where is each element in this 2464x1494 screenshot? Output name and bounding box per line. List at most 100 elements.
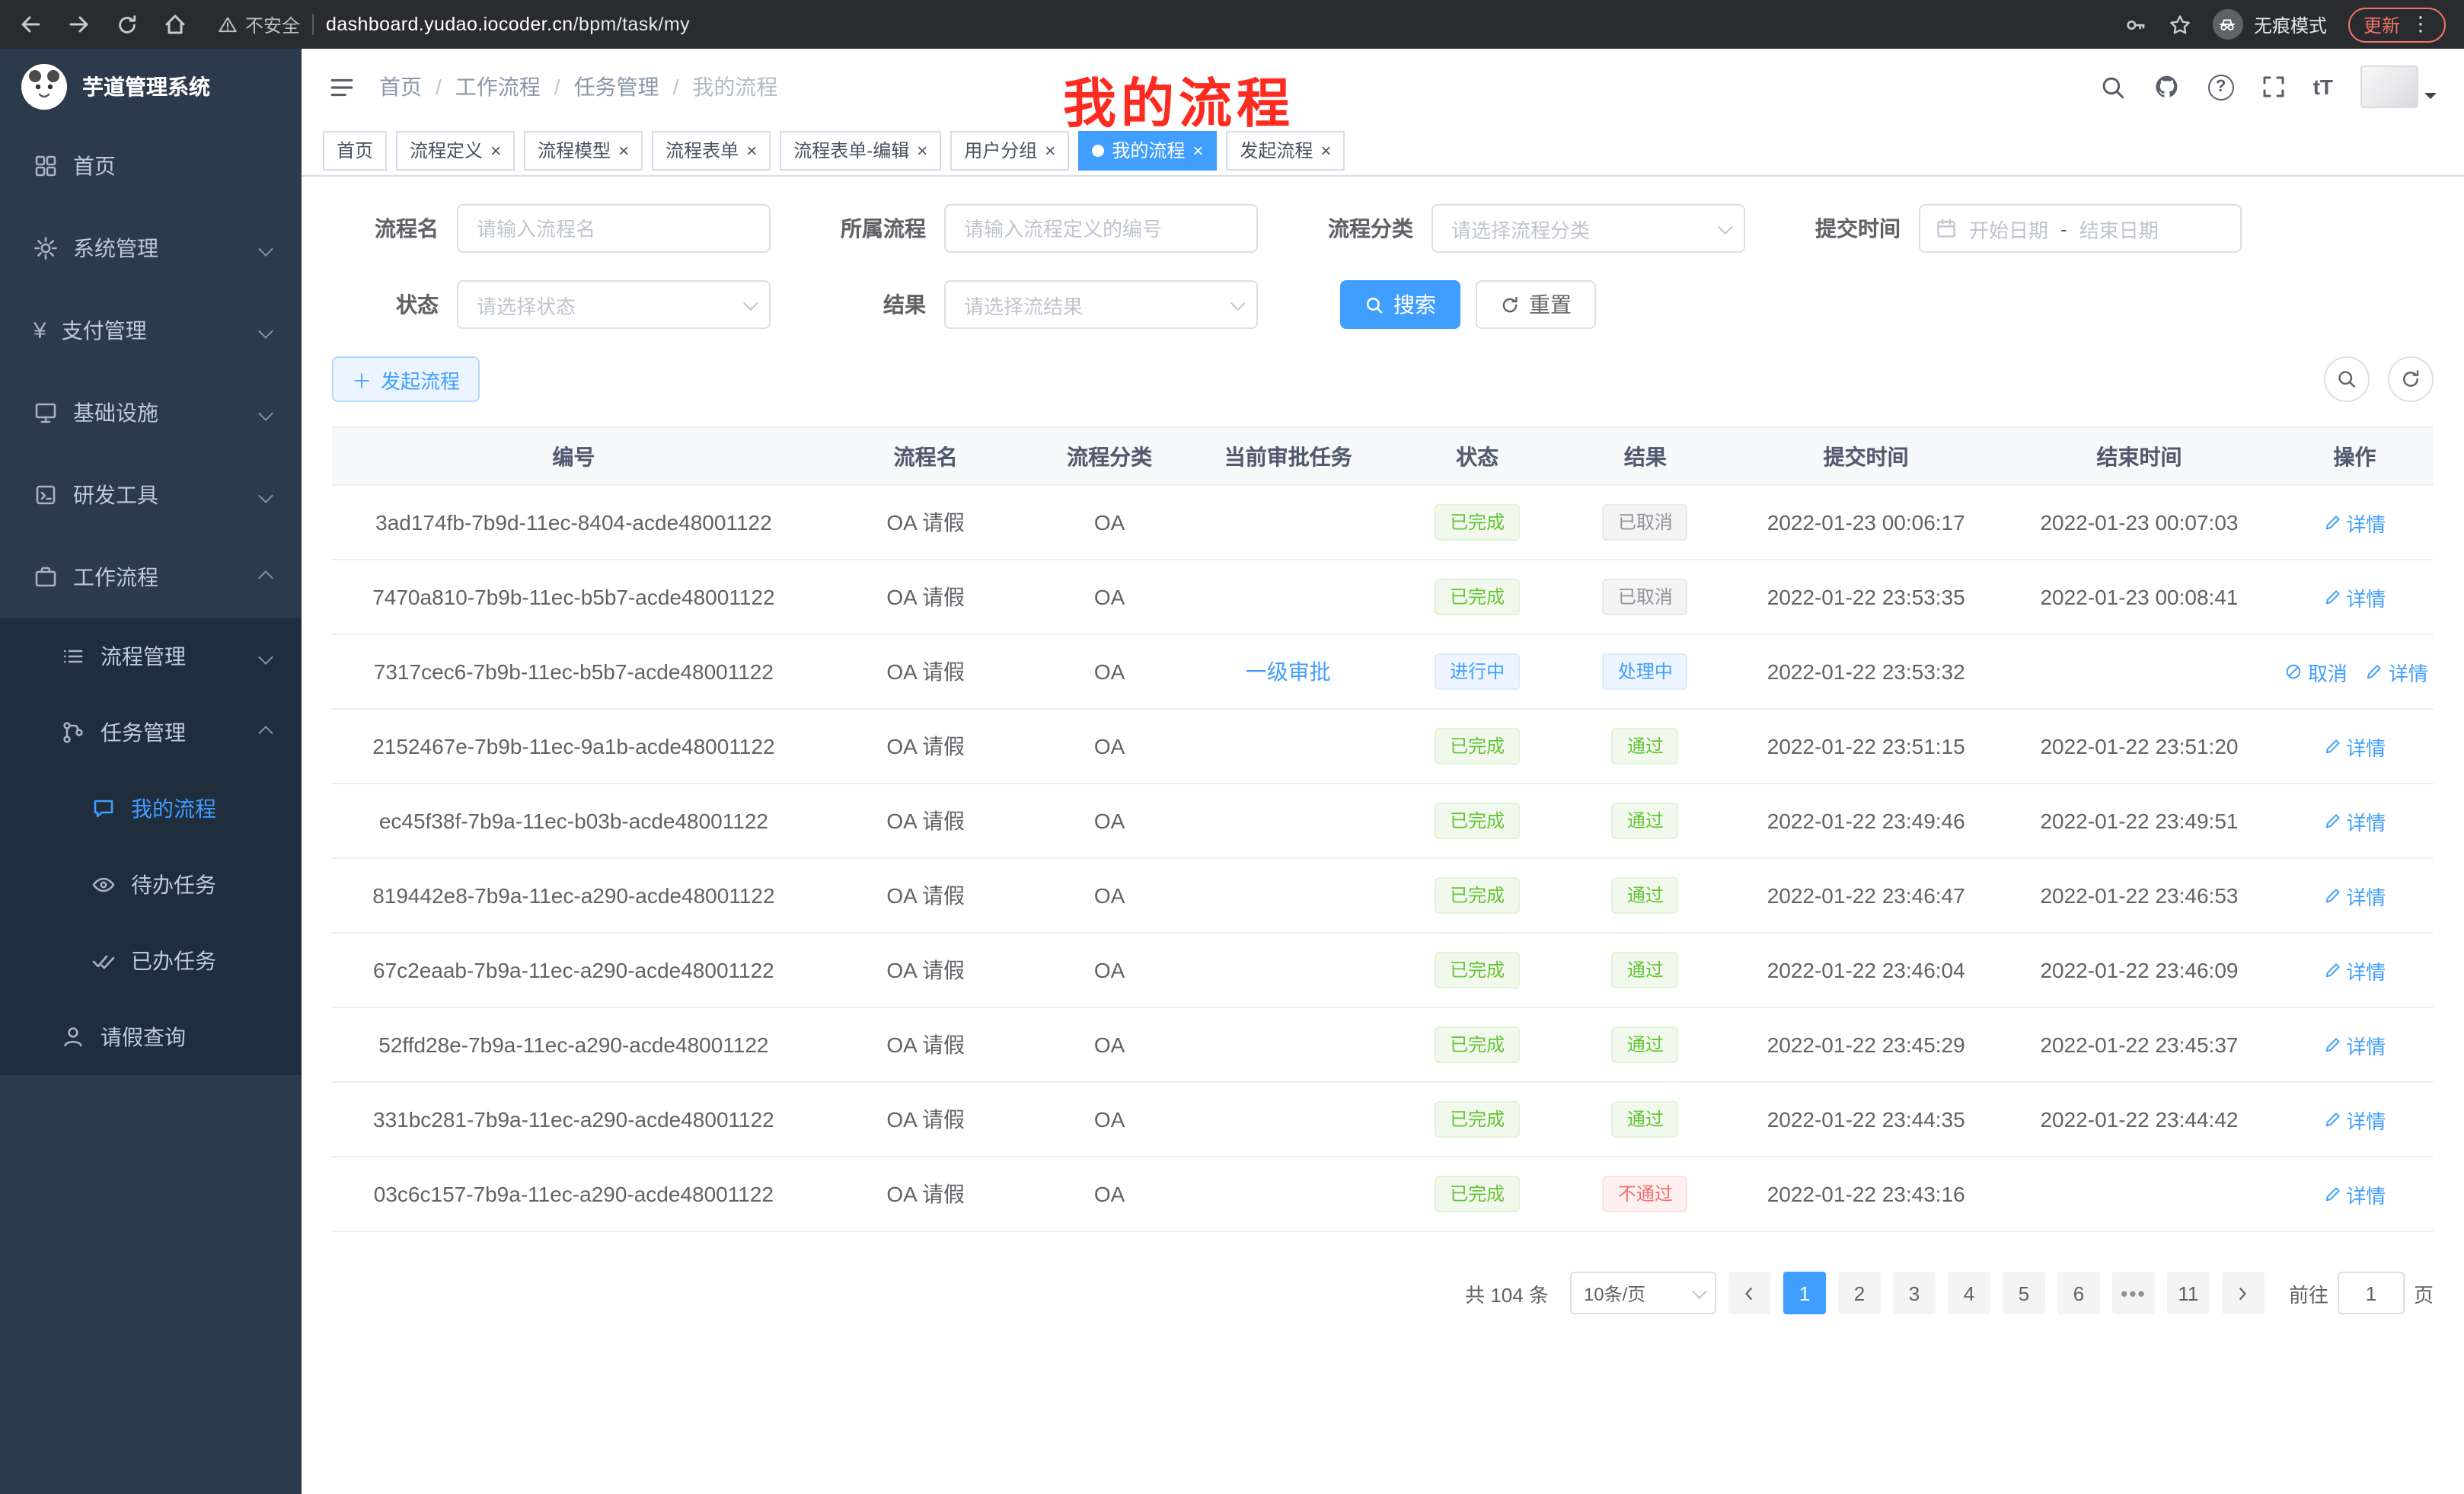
show-search-toggle-button[interactable]: [2324, 356, 2370, 402]
close-icon[interactable]: ×: [490, 141, 501, 159]
category-select[interactable]: 请选择流程分类: [1431, 204, 1745, 253]
sidebar-item-todo-tasks[interactable]: 待办任务: [0, 847, 302, 923]
sidebar-item-task-mgmt[interactable]: 任务管理: [0, 694, 302, 771]
detail-link[interactable]: 详情: [2323, 732, 2386, 761]
sidebar-item-home[interactable]: 首页: [0, 125, 302, 207]
cancel-link[interactable]: 取消: [2285, 657, 2348, 686]
browser-home-icon[interactable]: [163, 12, 187, 37]
detail-link[interactable]: 详情: [2323, 583, 2386, 611]
bookmark-star-icon[interactable]: [2169, 13, 2191, 36]
app-logo[interactable]: 芋道管理系统: [0, 49, 302, 125]
tab-流程表单-编辑[interactable]: 流程表单-编辑×: [780, 130, 941, 170]
sidebar-item-my-process[interactable]: 我的流程: [0, 771, 302, 847]
total-count: 共 104 条: [1465, 1279, 1549, 1307]
tab-流程表单[interactable]: 流程表单×: [652, 130, 771, 170]
close-icon[interactable]: ×: [1045, 141, 1055, 159]
page-button-2[interactable]: 2: [1838, 1272, 1881, 1314]
browser-menu-icon[interactable]: ⋮: [2411, 12, 2430, 37]
collapse-sidebar-icon[interactable]: [329, 74, 355, 100]
more-pages-button[interactable]: •••: [2112, 1272, 2155, 1314]
detail-link[interactable]: 详情: [2323, 1180, 2386, 1208]
chevron-up-icon: [258, 725, 273, 740]
user-avatar[interactable]: [2360, 65, 2437, 108]
page-button-1[interactable]: 1: [1783, 1272, 1826, 1314]
github-icon[interactable]: [2153, 73, 2181, 101]
row-submit-time: 2022-01-22 23:51:15: [1729, 709, 2003, 784]
close-icon[interactable]: ×: [917, 141, 927, 159]
tab-流程定义[interactable]: 流程定义×: [396, 130, 515, 170]
tab-首页[interactable]: 首页: [323, 130, 387, 170]
sidebar-item-workflow[interactable]: 工作流程: [0, 536, 302, 618]
page-button-6[interactable]: 6: [2057, 1272, 2100, 1314]
sidebar-item-label: 首页: [73, 151, 116, 181]
result-tag: 通过: [1612, 952, 1679, 988]
row-category: OA: [1036, 784, 1183, 858]
sidebar-item-infra[interactable]: 基础设施: [0, 372, 302, 454]
goto-page-input[interactable]: [2338, 1272, 2405, 1314]
browser-forward-icon[interactable]: [67, 12, 91, 37]
sidebar-item-payment[interactable]: ¥支付管理: [0, 289, 302, 372]
tab-我的流程[interactable]: 我的流程×: [1078, 130, 1217, 170]
browser-back-icon[interactable]: [18, 12, 43, 37]
row-category: OA: [1036, 1007, 1183, 1082]
page-button-3[interactable]: 3: [1893, 1272, 1936, 1314]
close-icon[interactable]: ×: [618, 141, 629, 159]
devtools-icon: [34, 483, 58, 507]
sidebar-item-process-mgmt[interactable]: 流程管理: [0, 618, 302, 694]
detail-link[interactable]: 详情: [2323, 881, 2386, 910]
reset-button[interactable]: 重置: [1476, 280, 1596, 329]
detail-link[interactable]: 详情: [2323, 806, 2386, 835]
prev-page-button[interactable]: [1728, 1272, 1771, 1314]
close-icon[interactable]: ×: [1320, 141, 1331, 159]
tab-流程模型[interactable]: 流程模型×: [524, 130, 643, 170]
sidebar-item-done-tasks[interactable]: 已办任务: [0, 923, 302, 999]
row-current-task: [1183, 1157, 1393, 1231]
detail-link[interactable]: 详情: [2323, 956, 2386, 985]
create-process-button[interactable]: ＋ 发起流程: [332, 356, 480, 402]
fullscreen-icon[interactable]: [2261, 75, 2286, 99]
help-icon[interactable]: ?: [2208, 74, 2234, 100]
row-actions: 详情: [2276, 560, 2434, 634]
table-row: 52ffd28e-7b9a-11ec-a290-acde48001122OA 请…: [332, 1007, 2434, 1082]
breadcrumb-item[interactable]: 工作流程: [455, 72, 541, 102]
page-size-select[interactable]: 10条/页: [1570, 1272, 1716, 1314]
search-icon[interactable]: [2100, 74, 2126, 100]
sidebar-item-devtools[interactable]: 研发工具: [0, 454, 302, 536]
next-page-button[interactable]: [2222, 1272, 2265, 1314]
sidebar-item-system[interactable]: 系统管理: [0, 207, 302, 289]
page-button-4[interactable]: 4: [1948, 1272, 1990, 1314]
breadcrumb-item[interactable]: 任务管理: [574, 72, 659, 102]
browser-reload-icon[interactable]: [116, 13, 139, 36]
font-size-icon[interactable]: tT: [2313, 75, 2333, 99]
tab-发起流程[interactable]: 发起流程×: [1226, 130, 1345, 170]
search-button[interactable]: 搜索: [1340, 280, 1460, 329]
detail-link[interactable]: 详情: [2323, 1105, 2386, 1134]
close-icon[interactable]: ×: [746, 141, 757, 159]
table-row: 3ad174fb-7b9d-11ec-8404-acde48001122OA 请…: [332, 485, 2434, 560]
detail-link[interactable]: 详情: [2323, 1030, 2386, 1059]
submit-time-range-picker[interactable]: 开始日期 - 结束日期: [1919, 204, 2242, 253]
breadcrumb-item[interactable]: 首页: [379, 72, 422, 102]
process-definition-input[interactable]: [944, 204, 1258, 253]
refresh-table-button[interactable]: [2388, 356, 2434, 402]
current-task-link[interactable]: 一级审批: [1246, 659, 1331, 684]
process-name-input[interactable]: [457, 204, 771, 253]
page-button-11[interactable]: 11: [2167, 1272, 2210, 1314]
status-select[interactable]: 请选择状态: [457, 280, 771, 329]
page-button-5[interactable]: 5: [2003, 1272, 2045, 1314]
sidebar-item-label: 系统管理: [73, 233, 158, 263]
security-warning[interactable]: 不安全: [218, 11, 300, 37]
sidebar-item-leave-query[interactable]: 请假查询: [0, 999, 302, 1075]
address-bar[interactable]: 不安全 dashboard.yudao.iocoder.cn/bpm/task/…: [218, 11, 2124, 37]
detail-link[interactable]: 详情: [2323, 508, 2386, 537]
result-select[interactable]: 请选择流结果: [944, 280, 1258, 329]
browser-update-button[interactable]: 更新 ⋮: [2348, 7, 2446, 42]
close-icon[interactable]: ×: [1192, 141, 1203, 159]
tab-用户分组[interactable]: 用户分组×: [950, 130, 1069, 170]
sidebar-item-label: 基础设施: [73, 397, 158, 428]
detail-link[interactable]: 详情: [2366, 657, 2428, 686]
password-key-icon[interactable]: [2124, 13, 2147, 36]
row-id: 819442e8-7b9a-11ec-a290-acde48001122: [332, 858, 815, 933]
row-status: 进行中: [1393, 634, 1562, 709]
row-status: 已完成: [1393, 1082, 1562, 1157]
